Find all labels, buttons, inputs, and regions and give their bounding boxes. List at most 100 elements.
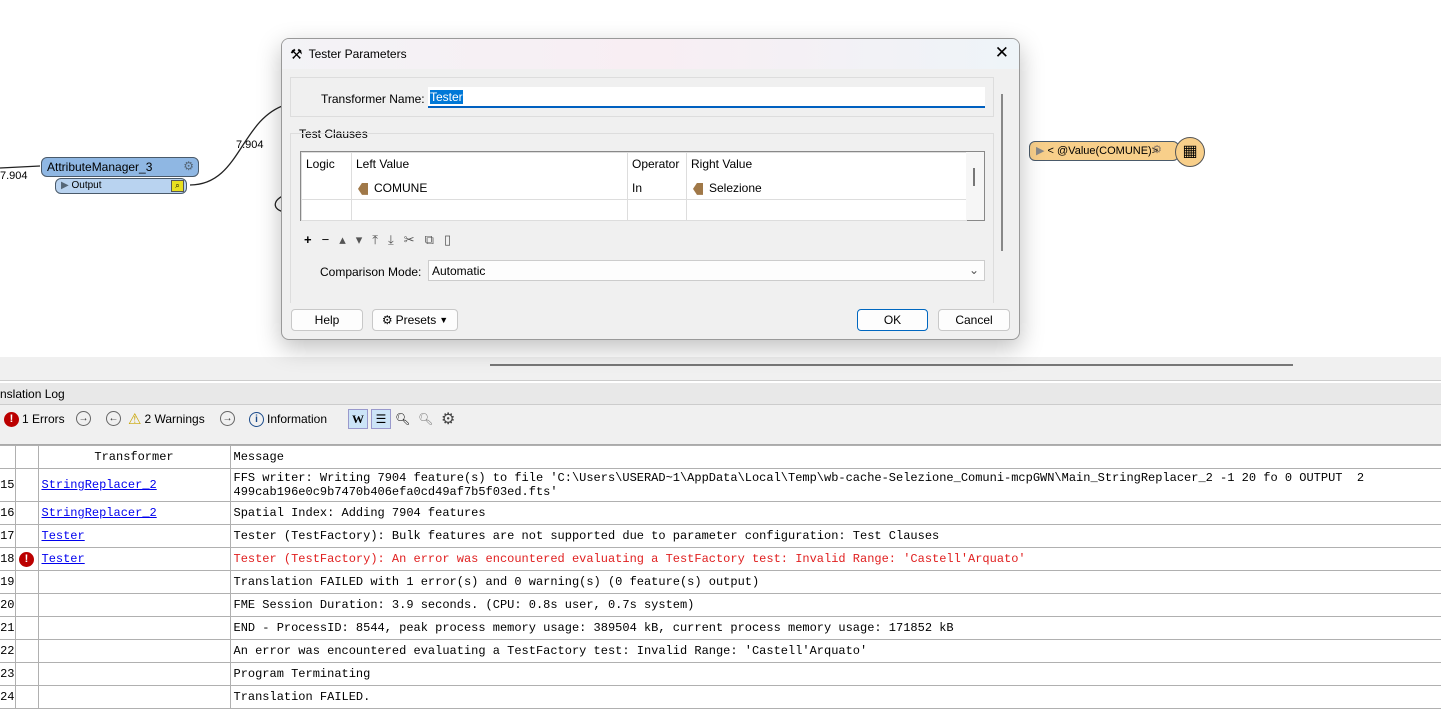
row-number: 20 (0, 593, 16, 617)
move-top-icon[interactable]: ⤒ (372, 232, 378, 248)
comparison-mode-label: Comparison Mode: (320, 265, 422, 279)
row-number: 17 (0, 524, 16, 548)
warning-icon: ⚠ (128, 411, 142, 428)
row-message: Tester (TestFactory): An error was encou… (229, 547, 1441, 571)
row-message: Program Terminating (229, 662, 1441, 686)
inspect-icon[interactable]: ⌕ (171, 180, 184, 192)
information-filter[interactable]: i Information (249, 409, 327, 429)
add-icon[interactable]: + (304, 232, 312, 248)
row-status (14, 685, 39, 709)
grid-scrollbar[interactable] (966, 152, 984, 220)
splitter[interactable] (0, 357, 1441, 381)
transformer-link[interactable]: StringReplacer_2 (42, 478, 157, 492)
log-row[interactable]: 23 Program Terminating (0, 662, 1441, 686)
row-number: 22 (0, 639, 16, 663)
remove-icon[interactable]: − (322, 232, 330, 248)
help-button[interactable]: Help (291, 309, 363, 331)
log-row[interactable]: 18 ! Tester Tester (TestFactory): An err… (0, 547, 1441, 571)
transformer-name-value: Tester (430, 90, 463, 104)
log-title: nslation Log (0, 387, 65, 401)
right-value: Selezione (709, 181, 762, 195)
info-icon: i (249, 411, 264, 427)
row-message: Spatial Index: Adding 7904 features (229, 501, 1441, 525)
warnings-filter[interactable]: ⚠ 2 Warnings (128, 409, 205, 429)
ok-button[interactable]: OK (857, 309, 928, 331)
next-error-icon[interactable]: → (76, 411, 91, 426)
dialog-scrollbar[interactable] (1001, 94, 1003, 251)
move-bottom-icon[interactable]: ⤓ (388, 232, 394, 248)
log-row[interactable]: 16 StringReplacer_2 Spatial Index: Addin… (0, 501, 1441, 525)
find-next-icon[interactable]: 🔍︎ (418, 409, 433, 429)
transformer-link[interactable]: StringReplacer_2 (42, 506, 157, 520)
gear-icon[interactable]: ⚙ (1152, 143, 1162, 156)
tester-output-node[interactable]: ▶ < @Value(COMUNE)> ⚙ (1029, 141, 1179, 161)
information-label: Information (267, 412, 328, 426)
errors-filter[interactable]: ! 1 Errors (4, 409, 65, 429)
next-warning-icon[interactable]: → (220, 411, 235, 426)
cancel-button[interactable]: Cancel (938, 309, 1010, 331)
errors-label: 1 Errors (22, 412, 65, 426)
transformer-name-input[interactable]: Tester (428, 87, 985, 108)
feature-count-link: 7.904 (236, 139, 264, 151)
row-status (14, 662, 39, 686)
left-value: COMUNE (374, 181, 428, 195)
row-number: 21 (0, 616, 16, 640)
log-row[interactable]: 21 END - ProcessID: 8544, peak process m… (0, 616, 1441, 640)
row-message: FFS writer: Writing 7904 feature(s) to f… (229, 468, 1441, 502)
row-message: FME Session Duration: 3.9 seconds. (CPU:… (229, 593, 1441, 617)
output-port[interactable]: ▶ Output ⌕ (55, 178, 187, 194)
row-status: ! (14, 547, 39, 571)
port-name: Output (71, 180, 102, 191)
row-transformer (37, 662, 231, 686)
row-number: 15 (0, 468, 16, 502)
cut-icon[interactable]: ✂ (404, 232, 415, 248)
gear-icon[interactable]: ⚙ (183, 159, 194, 173)
log-row[interactable]: 20 FME Session Duration: 3.9 seconds. (C… (0, 593, 1441, 617)
presets-gear-icon: ⚙ (381, 313, 393, 327)
log-table: Transformer Message 15 StringReplacer_2 … (0, 445, 1441, 709)
log-row[interactable]: 19 Translation FAILED with 1 error(s) an… (0, 570, 1441, 594)
row-status (14, 468, 39, 502)
message-column-header[interactable]: Message (229, 445, 1441, 469)
log-title-bar: nslation Log (0, 383, 1441, 405)
transformer-link[interactable]: Tester (42, 552, 85, 566)
presets-button[interactable]: ⚙ Presets ▼ (372, 309, 458, 331)
chevron-down-icon: ⌄ (968, 263, 979, 277)
operator-column[interactable]: Operator In (627, 152, 687, 200)
row-status (14, 593, 39, 617)
row-transformer: Tester (37, 524, 231, 548)
move-up-icon[interactable]: ▴ (339, 232, 346, 248)
comparison-mode-select[interactable]: Automatic ⌄ (428, 260, 985, 281)
copy-icon[interactable]: ⧉ (425, 232, 434, 248)
table-writer-icon[interactable]: ▦ (1175, 137, 1205, 167)
log-row[interactable]: 22 An error was encountered evaluating a… (0, 639, 1441, 663)
line-numbers-icon[interactable]: ☰ (371, 409, 391, 429)
log-row[interactable]: 15 StringReplacer_2 FFS writer: Writing … (0, 468, 1441, 502)
settings-gear-icon[interactable]: ⚙ (441, 409, 455, 429)
log-row[interactable]: 24 Translation FAILED. (0, 685, 1441, 709)
close-icon[interactable]: ✕ (995, 43, 1009, 63)
logic-column[interactable]: Logic (301, 152, 352, 200)
operator-value: In (632, 181, 643, 195)
find-icon[interactable]: 🔍︎ (395, 409, 410, 429)
transformer-column-header[interactable]: Transformer (37, 445, 231, 469)
comparison-mode-value: Automatic (432, 264, 486, 278)
row-message: Translation FAILED. (229, 685, 1441, 709)
move-down-icon[interactable]: ▾ (356, 232, 363, 248)
right-value-column[interactable]: Right Value Selezione (686, 152, 967, 200)
log-row[interactable]: 17 Tester Tester (TestFactory): Bulk fea… (0, 524, 1441, 548)
paste-icon[interactable]: ▯ (444, 232, 451, 248)
left-value-column[interactable]: Left Value COMUNE (351, 152, 628, 200)
previous-warning-icon[interactable]: ← (106, 411, 121, 426)
row-message: Tester (TestFactory): Bulk features are … (229, 524, 1441, 548)
attribute-icon (693, 182, 703, 195)
operator-header: Operator (632, 157, 680, 171)
row-transformer (37, 593, 231, 617)
splitter-handle[interactable] (490, 364, 1293, 366)
tester-icon: ⚒ (290, 45, 303, 62)
transformer-link[interactable]: Tester (42, 529, 85, 543)
attribute-manager-node[interactable]: AttributeManager_3 ⚙ (41, 157, 199, 177)
log-toolbar: ! 1 Errors → ← ⚠ 2 Warnings → i Information… (0, 405, 1441, 445)
word-wrap-icon[interactable]: W (348, 409, 368, 429)
row-transformer: StringReplacer_2 (37, 501, 231, 525)
